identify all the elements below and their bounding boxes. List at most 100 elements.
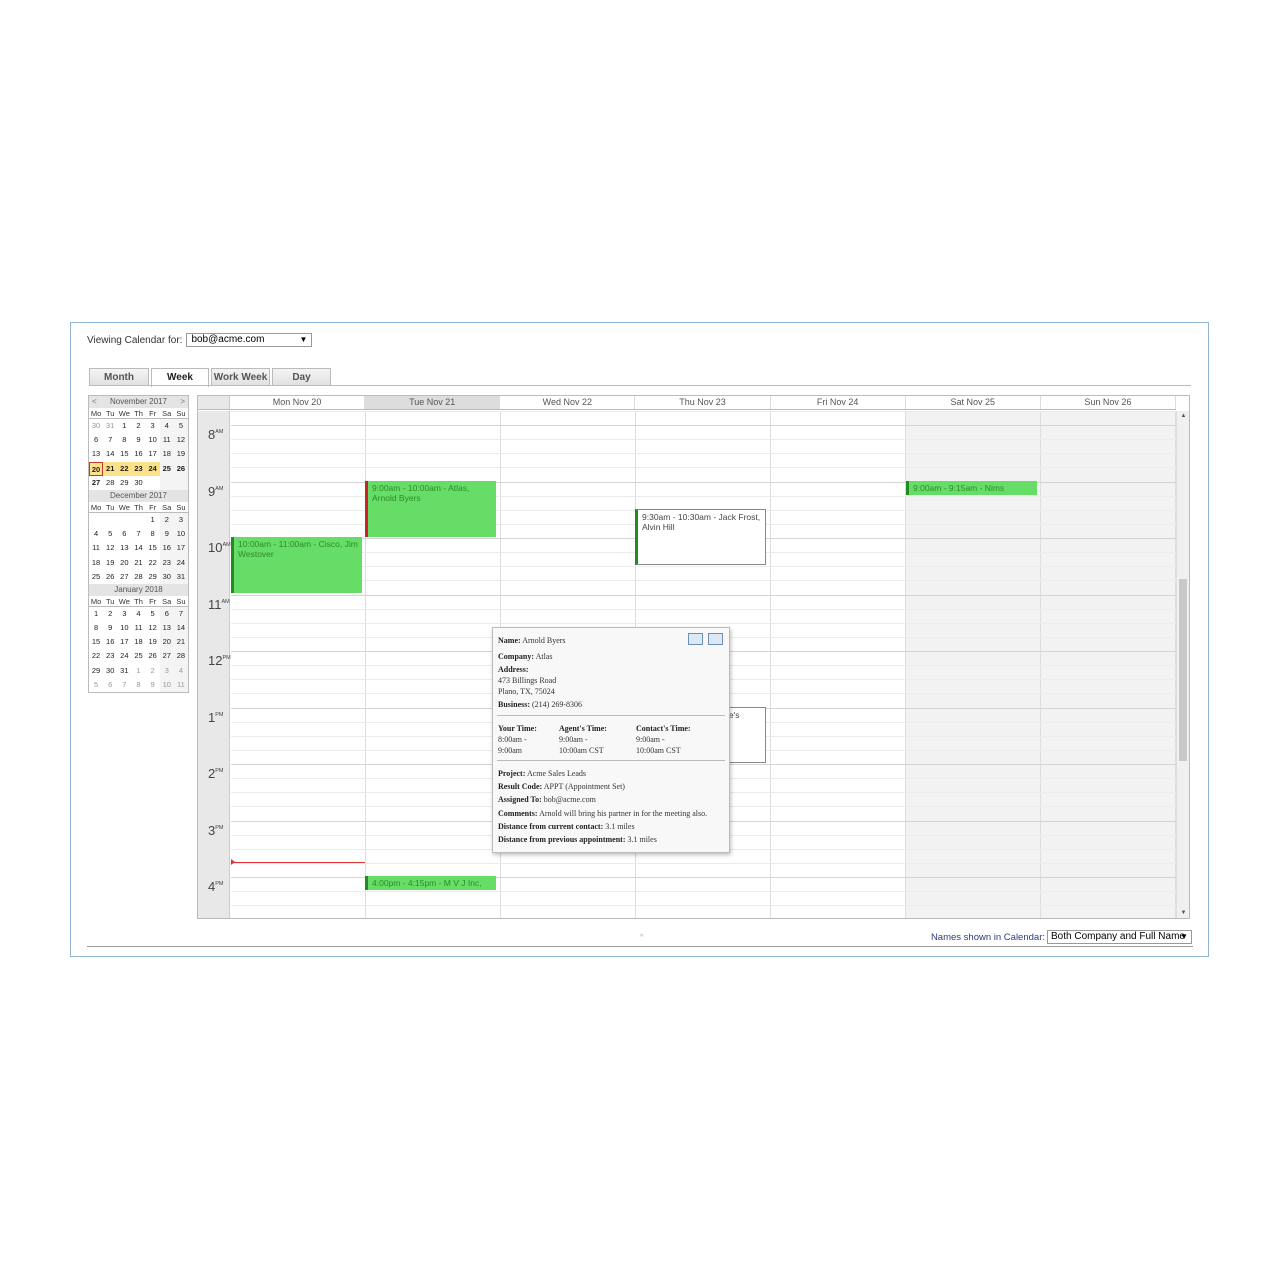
- mini-day[interactable]: 3: [173, 512, 188, 528]
- mini-day[interactable]: 15: [89, 635, 103, 649]
- mini-day[interactable]: 2: [103, 607, 117, 621]
- contact-card-icon[interactable]: [708, 633, 723, 645]
- scroll-up-icon[interactable]: ▲: [1177, 413, 1189, 419]
- mini-day[interactable]: 8: [131, 678, 145, 692]
- day-header[interactable]: Tue Nov 21: [365, 396, 501, 409]
- mini-day[interactable]: 24: [173, 555, 188, 570]
- vertical-scrollbar[interactable]: ▲ ▼: [1176, 411, 1189, 918]
- mini-day[interactable]: 30: [103, 664, 117, 678]
- next-month-icon[interactable]: >: [180, 396, 185, 408]
- mini-day[interactable]: 23: [103, 649, 117, 663]
- mini-day[interactable]: 25: [89, 570, 103, 584]
- mini-day[interactable]: 17: [146, 447, 160, 461]
- mini-day[interactable]: 1: [117, 419, 131, 433]
- mini-day[interactable]: 4: [173, 663, 188, 678]
- mini-day[interactable]: 22: [146, 556, 160, 570]
- mini-day[interactable]: 17: [117, 635, 131, 649]
- day-header[interactable]: Wed Nov 22: [500, 396, 636, 409]
- mini-day[interactable]: 25: [159, 461, 174, 476]
- mini-day[interactable]: 6: [103, 678, 117, 692]
- mini-day[interactable]: 9: [131, 433, 145, 447]
- mini-day[interactable]: 14: [173, 621, 188, 636]
- tab-work-week[interactable]: Work Week: [211, 368, 270, 386]
- day-column[interactable]: [771, 411, 906, 918]
- mini-day[interactable]: 7: [103, 433, 117, 447]
- mini-day[interactable]: 13: [117, 541, 131, 555]
- mini-day[interactable]: 5: [173, 419, 188, 434]
- calendar-event[interactable]: 9:00am - 9:15am - Nims: [906, 481, 1037, 495]
- mini-day[interactable]: 13: [159, 621, 174, 636]
- mini-day[interactable]: 10: [146, 433, 160, 447]
- mini-day[interactable]: 3: [146, 419, 160, 433]
- calendar-event[interactable]: 9:30am - 10:30am - Jack Frost, Alvin Hil…: [635, 509, 766, 565]
- mini-day[interactable]: 23: [159, 555, 174, 570]
- mini-day[interactable]: 10: [173, 527, 188, 542]
- mini-day[interactable]: 2: [131, 419, 145, 433]
- mini-day[interactable]: 21: [103, 461, 118, 476]
- mini-day[interactable]: 1: [146, 513, 160, 527]
- day-column[interactable]: [231, 411, 366, 918]
- mini-day[interactable]: 3: [117, 607, 131, 621]
- mini-day[interactable]: 7: [173, 606, 188, 622]
- mini-day[interactable]: 12: [173, 433, 188, 448]
- names-shown-select[interactable]: Both Company and Full Name ▼: [1047, 930, 1192, 944]
- mini-day[interactable]: 15: [117, 447, 131, 461]
- mini-day[interactable]: 19: [173, 447, 188, 462]
- mini-day[interactable]: 22: [117, 461, 132, 476]
- mini-day[interactable]: 24: [145, 461, 160, 476]
- mini-day[interactable]: 31: [103, 419, 117, 433]
- mini-day[interactable]: 23: [131, 461, 146, 476]
- mini-day[interactable]: 30: [159, 569, 174, 584]
- prev-month-icon[interactable]: <: [92, 396, 97, 408]
- mini-day[interactable]: 6: [117, 527, 131, 541]
- mini-day[interactable]: 20: [89, 461, 104, 476]
- mini-day[interactable]: 14: [103, 447, 117, 461]
- mini-day[interactable]: 30: [89, 419, 103, 433]
- mini-day[interactable]: 6: [89, 433, 103, 447]
- day-column[interactable]: [1041, 411, 1176, 918]
- mini-day[interactable]: 5: [89, 678, 103, 692]
- calendar-event[interactable]: 9:00am - 10:00am - Atlas, Arnold Byers: [365, 481, 496, 537]
- user-select[interactable]: bob@acme.com ▼: [186, 333, 313, 347]
- mini-day[interactable]: 21: [131, 556, 145, 570]
- scroll-down-icon[interactable]: ▼: [1177, 910, 1189, 916]
- mini-day[interactable]: 30: [131, 476, 145, 490]
- mini-day[interactable]: 4: [159, 419, 174, 434]
- mini-day[interactable]: 7: [117, 678, 131, 692]
- mini-day[interactable]: 20: [117, 556, 131, 570]
- mini-day[interactable]: 31: [173, 569, 188, 584]
- day-header[interactable]: Mon Nov 20: [230, 396, 366, 409]
- mini-day[interactable]: 6: [159, 606, 174, 622]
- mini-day[interactable]: 7: [131, 527, 145, 541]
- mini-day[interactable]: 26: [173, 461, 188, 476]
- mini-day[interactable]: 19: [103, 556, 117, 570]
- mini-day[interactable]: 22: [89, 649, 103, 663]
- mini-day[interactable]: 11: [89, 541, 103, 555]
- mini-day[interactable]: 14: [131, 541, 145, 555]
- mini-day[interactable]: 9: [159, 527, 174, 542]
- mini-day[interactable]: 29: [89, 664, 103, 678]
- mini-day[interactable]: 24: [117, 649, 131, 663]
- mini-day[interactable]: 10: [117, 621, 131, 635]
- mini-day[interactable]: 19: [146, 635, 160, 649]
- mini-day[interactable]: 16: [159, 541, 174, 556]
- mini-day[interactable]: 1: [131, 664, 145, 678]
- mini-day[interactable]: 4: [131, 607, 145, 621]
- mini-day[interactable]: 8: [89, 621, 103, 635]
- mini-day[interactable]: 27: [117, 570, 131, 584]
- day-header[interactable]: Fri Nov 24: [771, 396, 906, 409]
- collapse-caret-icon[interactable]: ^: [640, 934, 643, 941]
- mini-day[interactable]: 11: [173, 677, 188, 692]
- mini-day[interactable]: 11: [131, 621, 145, 635]
- mini-day[interactable]: 16: [103, 635, 117, 649]
- mini-day[interactable]: 2: [146, 664, 160, 678]
- mini-day[interactable]: 2: [159, 512, 174, 528]
- mini-day[interactable]: 28: [131, 570, 145, 584]
- mini-day[interactable]: 26: [103, 570, 117, 584]
- mini-day[interactable]: 5: [146, 607, 160, 621]
- day-header[interactable]: Sun Nov 26: [1041, 396, 1176, 409]
- mini-day[interactable]: 31: [117, 664, 131, 678]
- mini-day[interactable]: 20: [159, 635, 174, 650]
- day-header[interactable]: Sat Nov 25: [906, 396, 1041, 409]
- mini-day[interactable]: 11: [159, 433, 174, 448]
